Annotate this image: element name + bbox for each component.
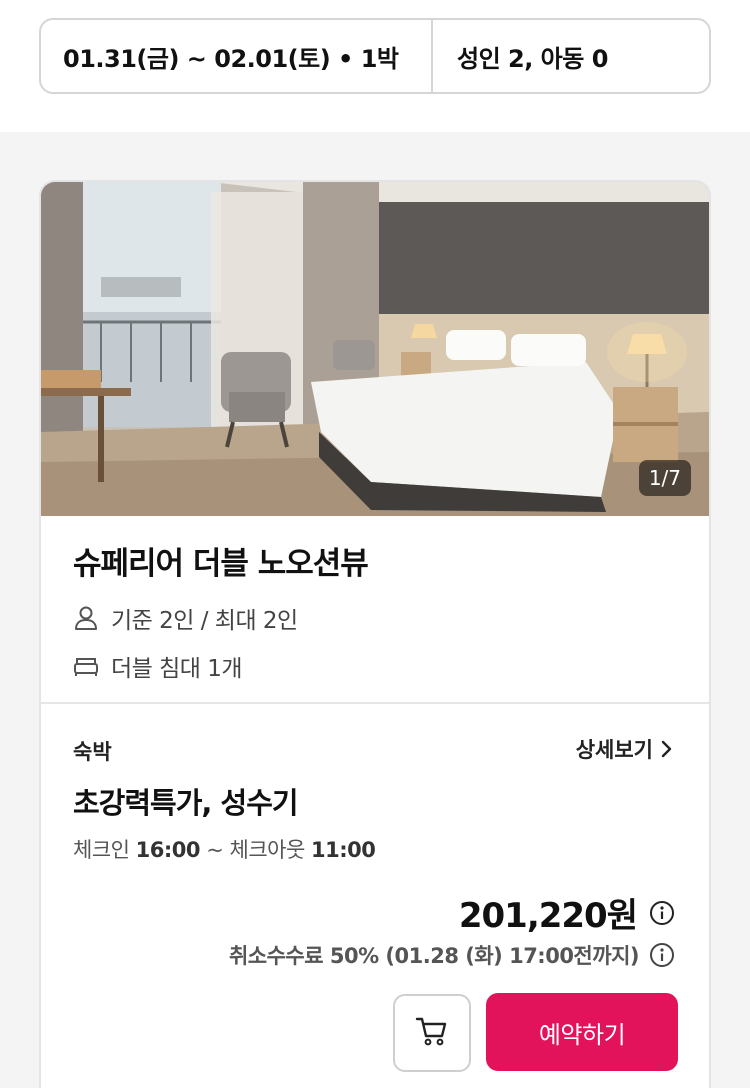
cart-icon <box>415 1014 449 1052</box>
rate-name: 초강력특가, 성수기 <box>73 786 299 820</box>
bed-text: 더블 침대 1개 <box>111 656 243 682</box>
check-separator: ~ <box>206 838 224 862</box>
top-search-area: 01.31(금) ~ 02.01(토) • 1박 성인 2, 아동 0 <box>0 0 750 132</box>
occupancy-text: 기준 2인 / 최대 2인 <box>111 608 298 634</box>
check-out-time: 11:00 <box>310 838 376 862</box>
check-in-time: 16:00 <box>135 838 201 862</box>
check-times: 체크인 16:00 ~ 체크아웃 11:00 <box>73 834 376 864</box>
info-icon[interactable] <box>649 942 675 968</box>
price: 201,220원 <box>458 896 638 936</box>
room-info: 슈페리어 더블 노오션뷰 기준 2인 / 최대 2인 더블 침대 1개 <box>73 538 369 683</box>
room-photo-image <box>41 182 709 516</box>
cancel-fee-text: 취소수수료 50% (01.28 (화) 17:00전까지) <box>228 944 640 968</box>
price-row: 201,220원 <box>459 888 675 937</box>
reserve-button[interactable]: 예약하기 <box>486 993 678 1071</box>
bed-icon <box>73 653 99 679</box>
room-photo[interactable]: 1/7 <box>41 182 709 516</box>
check-out-label: 체크아웃 <box>229 838 306 862</box>
detail-link[interactable]: 상세보기 <box>576 734 673 764</box>
search-bar: 01.31(금) ~ 02.01(토) • 1박 성인 2, 아동 0 <box>39 18 711 94</box>
cart-button[interactable] <box>393 994 471 1072</box>
guest-selector[interactable]: 성인 2, 아동 0 <box>433 20 709 92</box>
bed-row: 더블 침대 1개 <box>73 649 368 683</box>
person-icon <box>73 605 99 631</box>
rate-type-label: 숙박 <box>73 740 112 764</box>
detail-link-label: 상세보기 <box>575 738 653 762</box>
cancel-fee-row: 취소수수료 50% (01.28 (화) 17:00전까지) <box>229 940 675 970</box>
rate-section: 숙박 상세보기 초강력특가, 성수기 체크인 16:00 ~ 체크아웃 11:0… <box>41 704 709 1088</box>
info-icon[interactable] <box>649 900 675 926</box>
occupancy-row: 기준 2인 / 최대 2인 <box>73 601 368 635</box>
chevron-right-icon <box>661 740 673 758</box>
photo-counter: 1/7 <box>638 460 691 496</box>
room-name: 슈페리어 더블 노오션뷰 <box>73 546 369 582</box>
check-in-label: 체크인 <box>73 838 130 862</box>
date-range-selector[interactable]: 01.31(금) ~ 02.01(토) • 1박 <box>41 20 433 92</box>
room-card: 1/7 슈페리어 더블 노오션뷰 기준 2인 / 최대 2인 더블 침대 1개 … <box>39 180 711 1088</box>
